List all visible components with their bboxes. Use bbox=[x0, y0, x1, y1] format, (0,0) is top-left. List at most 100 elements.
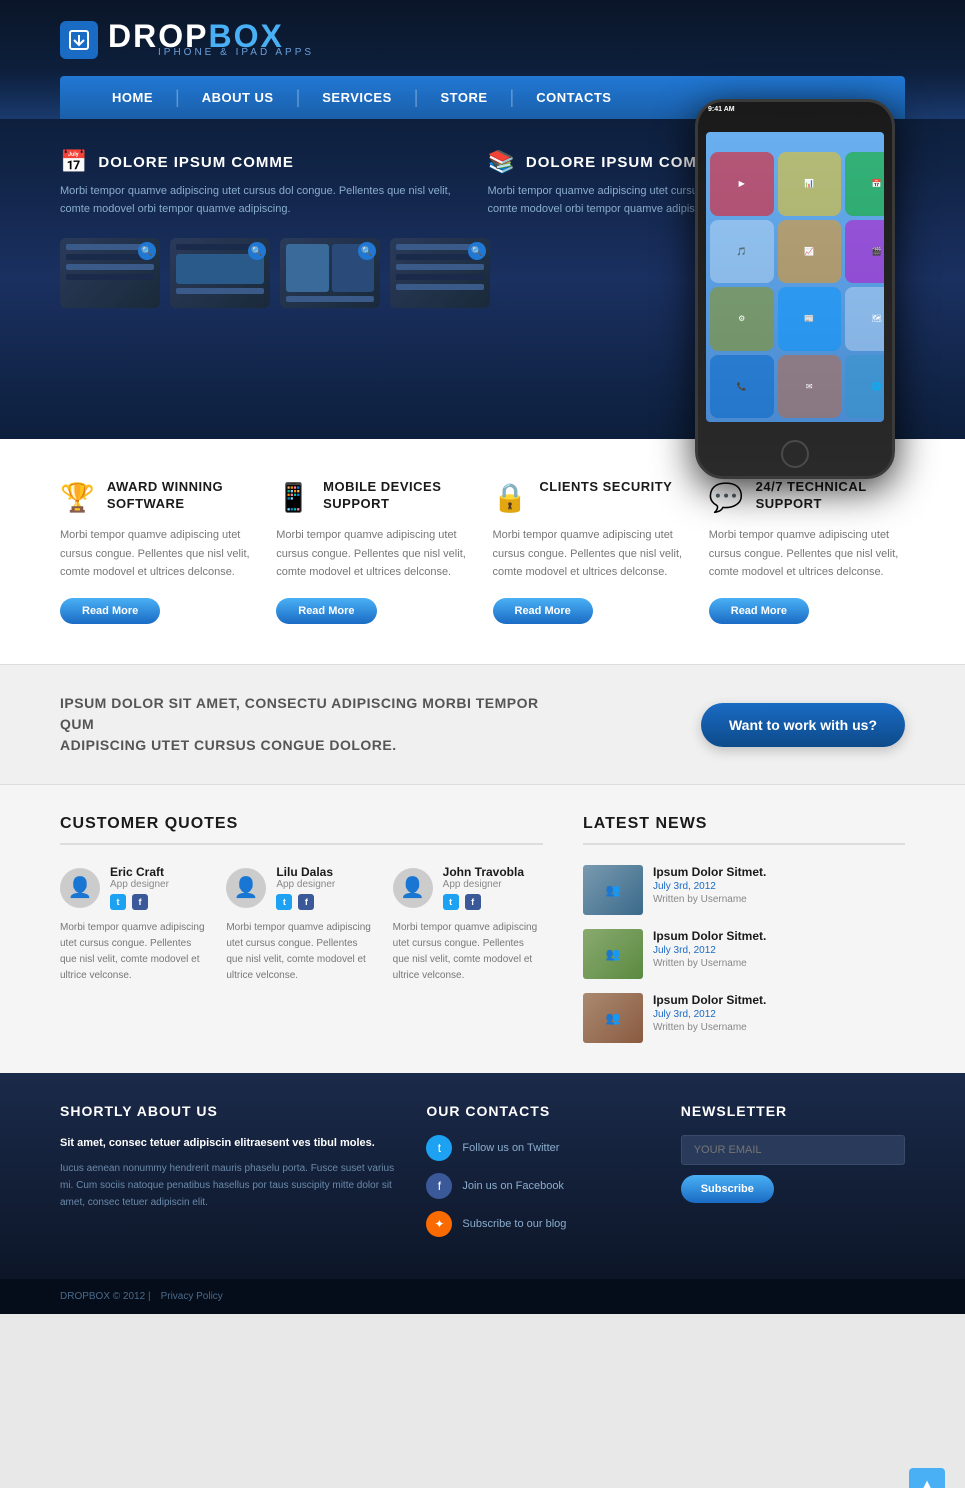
news-info-1: Ipsum Dolor Sitmet. July 3rd, 2012 Writt… bbox=[653, 865, 766, 905]
book-icon: 📚 bbox=[488, 149, 516, 175]
news-thumb-2: 👥 bbox=[583, 929, 643, 979]
twitter-icon-3[interactable]: t bbox=[443, 894, 459, 910]
hero-feature-1: 📅 DOLORE IPSUM COMME Morbi tempor quamve… bbox=[60, 149, 458, 218]
news-item-1: 👥 Ipsum Dolor Sitmet. July 3rd, 2012 Wri… bbox=[583, 865, 905, 915]
footer-twitter[interactable]: t Follow us on Twitter bbox=[426, 1135, 650, 1161]
nav-about[interactable]: ABOUT US bbox=[180, 76, 296, 119]
logo-area: DROPBOX IPHONE & IPAD APPS bbox=[60, 18, 905, 76]
news-info-3: Ipsum Dolor Sitmet. July 3rd, 2012 Writt… bbox=[653, 993, 766, 1033]
hero-feature-1-title: 📅 DOLORE IPSUM COMME bbox=[60, 149, 458, 175]
read-more-btn-4[interactable]: Read More bbox=[709, 598, 809, 624]
person-info-2: Lilu Dalas App designer t f bbox=[276, 865, 335, 910]
quote-card-3: 👤 John Travobla App designer t f Morbi t… bbox=[393, 865, 543, 984]
chat-icon: 💬 bbox=[709, 481, 744, 514]
feature-card-3: 🔒 CLIENTS SECURITY Morbi tempor quamve a… bbox=[493, 479, 689, 624]
phone-image: 9:41 AM ▶ 📊 📅 🗒 🎵 📈 🎬 🛍 ⚙ 📰 🗺 bbox=[695, 99, 935, 479]
news-item-author-2: Written by Username bbox=[653, 958, 766, 969]
phone-render: 9:41 AM ▶ 📊 📅 🗒 🎵 📈 🎬 🛍 ⚙ 📰 🗺 bbox=[695, 99, 895, 479]
twitter-label: Follow us on Twitter bbox=[462, 1142, 559, 1154]
facebook-label: Join us on Facebook bbox=[462, 1180, 564, 1192]
nav-services[interactable]: SERVICES bbox=[300, 76, 414, 119]
app-icon-1: ▶ bbox=[710, 152, 774, 216]
feature-card-1: 🏆 AWARD WINNING SOFTWARE Morbi tempor qu… bbox=[60, 479, 256, 624]
footer-facebook[interactable]: f Join us on Facebook bbox=[426, 1173, 650, 1199]
news-item-title-1: Ipsum Dolor Sitmet. bbox=[653, 865, 766, 879]
app-icon-7: 🎬 bbox=[845, 220, 884, 284]
quotes-title: CUSTOMER QUOTES bbox=[60, 815, 543, 845]
avatar-2: 👤 bbox=[226, 868, 266, 908]
facebook-icon-3[interactable]: f bbox=[465, 894, 481, 910]
person-name-2: Lilu Dalas bbox=[276, 865, 335, 879]
social-icons-3: t f bbox=[443, 894, 524, 910]
phone-camera bbox=[861, 110, 867, 116]
person-name-3: John Travobla bbox=[443, 865, 524, 879]
facebook-icon-2[interactable]: f bbox=[298, 894, 314, 910]
feature-card-1-header: 🏆 AWARD WINNING SOFTWARE bbox=[60, 479, 256, 514]
feature-card-2: 📱 MOBILE DEVICES SUPPORT Morbi tempor qu… bbox=[276, 479, 472, 624]
person-name-1: Eric Craft bbox=[110, 865, 169, 879]
phone-screen-inner: ▶ 📊 📅 🗒 🎵 📈 🎬 🛍 ⚙ 📰 🗺 🏪 📞 ✉ bbox=[706, 132, 884, 422]
footer: SHORTLY ABOUT US Sit amet, consec tetuer… bbox=[0, 1073, 965, 1279]
footer-about-bold: Sit amet, consec tetuer adipiscin elitra… bbox=[60, 1135, 396, 1152]
newsletter-email-input[interactable] bbox=[681, 1135, 905, 1165]
person-info-3: John Travobla App designer t f bbox=[443, 865, 524, 910]
avatar-3: 👤 bbox=[393, 868, 433, 908]
rss-label: Subscribe to our blog bbox=[462, 1218, 566, 1230]
feature-card-3-desc: Morbi tempor quamve adipiscing utet curs… bbox=[493, 526, 689, 582]
facebook-icon-1[interactable]: f bbox=[132, 894, 148, 910]
logo-icon bbox=[60, 21, 98, 59]
feature-card-2-header: 📱 MOBILE DEVICES SUPPORT bbox=[276, 479, 472, 514]
news-item-date-3: July 3rd, 2012 bbox=[653, 1009, 766, 1020]
hero-section: 📅 DOLORE IPSUM COMME Morbi tempor quamve… bbox=[0, 119, 965, 439]
quotes-section: CUSTOMER QUOTES 👤 Eric Craft App designe… bbox=[60, 815, 543, 1043]
twitter-icon-2[interactable]: t bbox=[276, 894, 292, 910]
feature-card-2-desc: Morbi tempor quamve adipiscing utet curs… bbox=[276, 526, 472, 582]
feature-card-3-title: CLIENTS SECURITY bbox=[539, 479, 672, 496]
feature-card-4: 💬 24/7 TECHNICAL SUPPORT Morbi tempor qu… bbox=[709, 479, 905, 624]
read-more-btn-1[interactable]: Read More bbox=[60, 598, 160, 624]
app-icon-3: 📅 bbox=[845, 152, 884, 216]
app-icon-5: 🎵 bbox=[710, 220, 774, 284]
app-icon-13: 📞 bbox=[710, 355, 774, 419]
app-icon-6: 📈 bbox=[778, 220, 842, 284]
scroll-top-button[interactable]: ▲ bbox=[909, 1468, 945, 1488]
nav-store[interactable]: STORE bbox=[418, 76, 509, 119]
quote-text-3: Morbi tempor quamve adipiscing utet curs… bbox=[393, 920, 543, 984]
subscribe-button[interactable]: Subscribe bbox=[681, 1175, 774, 1203]
privacy-policy-link[interactable]: Privacy Policy bbox=[161, 1291, 223, 1302]
app-icon-10: 📰 bbox=[778, 287, 842, 351]
cta-banner: IPSUM DOLOR SIT AMET, CONSECTU ADIPISCIN… bbox=[0, 664, 965, 785]
feature-card-1-desc: Morbi tempor quamve adipiscing utet curs… bbox=[60, 526, 256, 582]
news-info-2: Ipsum Dolor Sitmet. July 3rd, 2012 Writt… bbox=[653, 929, 766, 969]
person-role-1: App designer bbox=[110, 879, 169, 890]
news-item-author-1: Written by Username bbox=[653, 894, 766, 905]
footer-about-title: SHORTLY ABOUT US bbox=[60, 1103, 396, 1119]
cta-button[interactable]: Want to work with us? bbox=[701, 703, 905, 747]
read-more-btn-3[interactable]: Read More bbox=[493, 598, 593, 624]
app-icon-11: 🗺 bbox=[845, 287, 884, 351]
facebook-contact-icon: f bbox=[426, 1173, 452, 1199]
phone-time: 9:41 AM bbox=[708, 106, 735, 113]
quote-person-1: 👤 Eric Craft App designer t f bbox=[60, 865, 210, 910]
news-thumb-img-1: 👥 bbox=[583, 865, 643, 915]
news-thumb-img-3: 👥 bbox=[583, 993, 643, 1043]
person-role-3: App designer bbox=[443, 879, 524, 890]
person-role-2: App designer bbox=[276, 879, 335, 890]
footer-rss[interactable]: ✦ Subscribe to our blog bbox=[426, 1211, 650, 1237]
nav-contacts[interactable]: CONTACTS bbox=[514, 76, 633, 119]
news-item-date-1: July 3rd, 2012 bbox=[653, 881, 766, 892]
lock-icon: 🔒 bbox=[493, 481, 528, 514]
news-item-2: 👥 Ipsum Dolor Sitmet. July 3rd, 2012 Wri… bbox=[583, 929, 905, 979]
logo-tagline: IPHONE & IPAD APPS bbox=[158, 47, 314, 62]
read-more-btn-2[interactable]: Read More bbox=[276, 598, 376, 624]
app-icon-14: ✉ bbox=[778, 355, 842, 419]
app-icon-15: 🌐 bbox=[845, 355, 884, 419]
phone-home-button bbox=[781, 440, 809, 468]
feature-card-4-desc: Morbi tempor quamve adipiscing utet curs… bbox=[709, 526, 905, 582]
calendar-icon: 📅 bbox=[60, 149, 88, 175]
twitter-icon-1[interactable]: t bbox=[110, 894, 126, 910]
nav-home[interactable]: HOME bbox=[90, 76, 175, 119]
quote-text-1: Morbi tempor quamve adipiscing utet curs… bbox=[60, 920, 210, 984]
news-thumb-img-2: 👥 bbox=[583, 929, 643, 979]
feature-card-2-title: MOBILE DEVICES SUPPORT bbox=[323, 479, 472, 513]
